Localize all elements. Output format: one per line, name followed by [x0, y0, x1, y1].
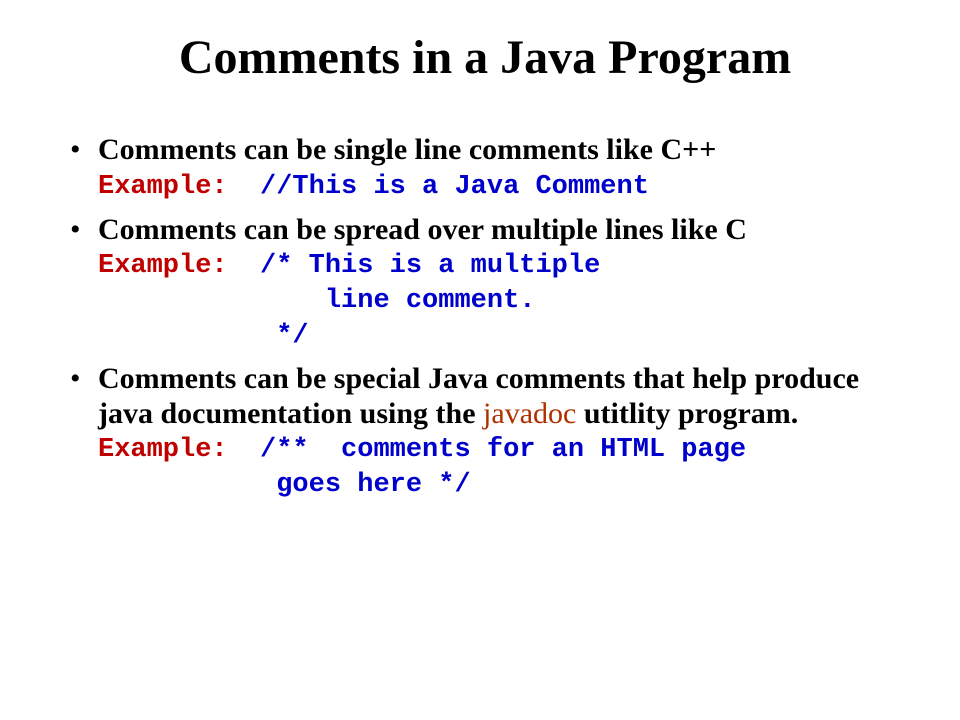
list-item: Comments can be single line comments lik… [70, 133, 900, 205]
bullet-list: Comments can be single line comments lik… [70, 133, 900, 504]
bullet-text-1: Comments can be single line comments lik… [98, 133, 900, 168]
bullet-text-3: Comments can be special Java comments th… [98, 362, 900, 431]
list-item: Comments can be spread over multiple lin… [70, 213, 900, 355]
bullet-text-2: Comments can be spread over multiple lin… [98, 213, 900, 248]
example-label: Example: [98, 172, 228, 202]
example-label: Example: [98, 435, 228, 465]
code-snippet: //This is a Java Comment [228, 172, 649, 202]
bullet-text-post: utitlity program. [576, 397, 798, 430]
slide-title: Comments in a Java Program [70, 30, 900, 85]
list-item: Comments can be special Java comments th… [70, 362, 900, 503]
example-label: Example: [98, 251, 228, 281]
javadoc-keyword: javadoc [483, 397, 576, 430]
example-2: Example: /* This is a multiple line comm… [98, 249, 900, 354]
example-1: Example: //This is a Java Comment [98, 170, 900, 205]
example-3: Example: /** comments for an HTML page g… [98, 433, 900, 503]
